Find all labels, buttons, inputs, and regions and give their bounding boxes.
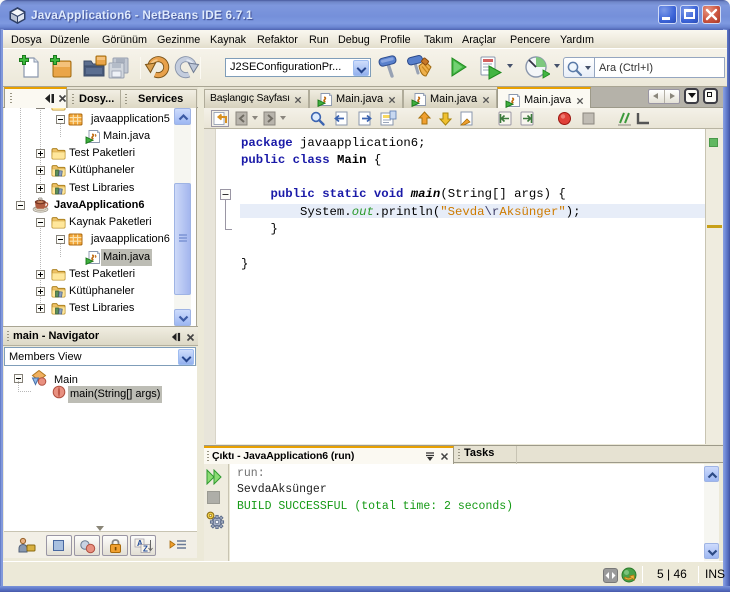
svg-text:Z: Z xyxy=(143,545,148,554)
